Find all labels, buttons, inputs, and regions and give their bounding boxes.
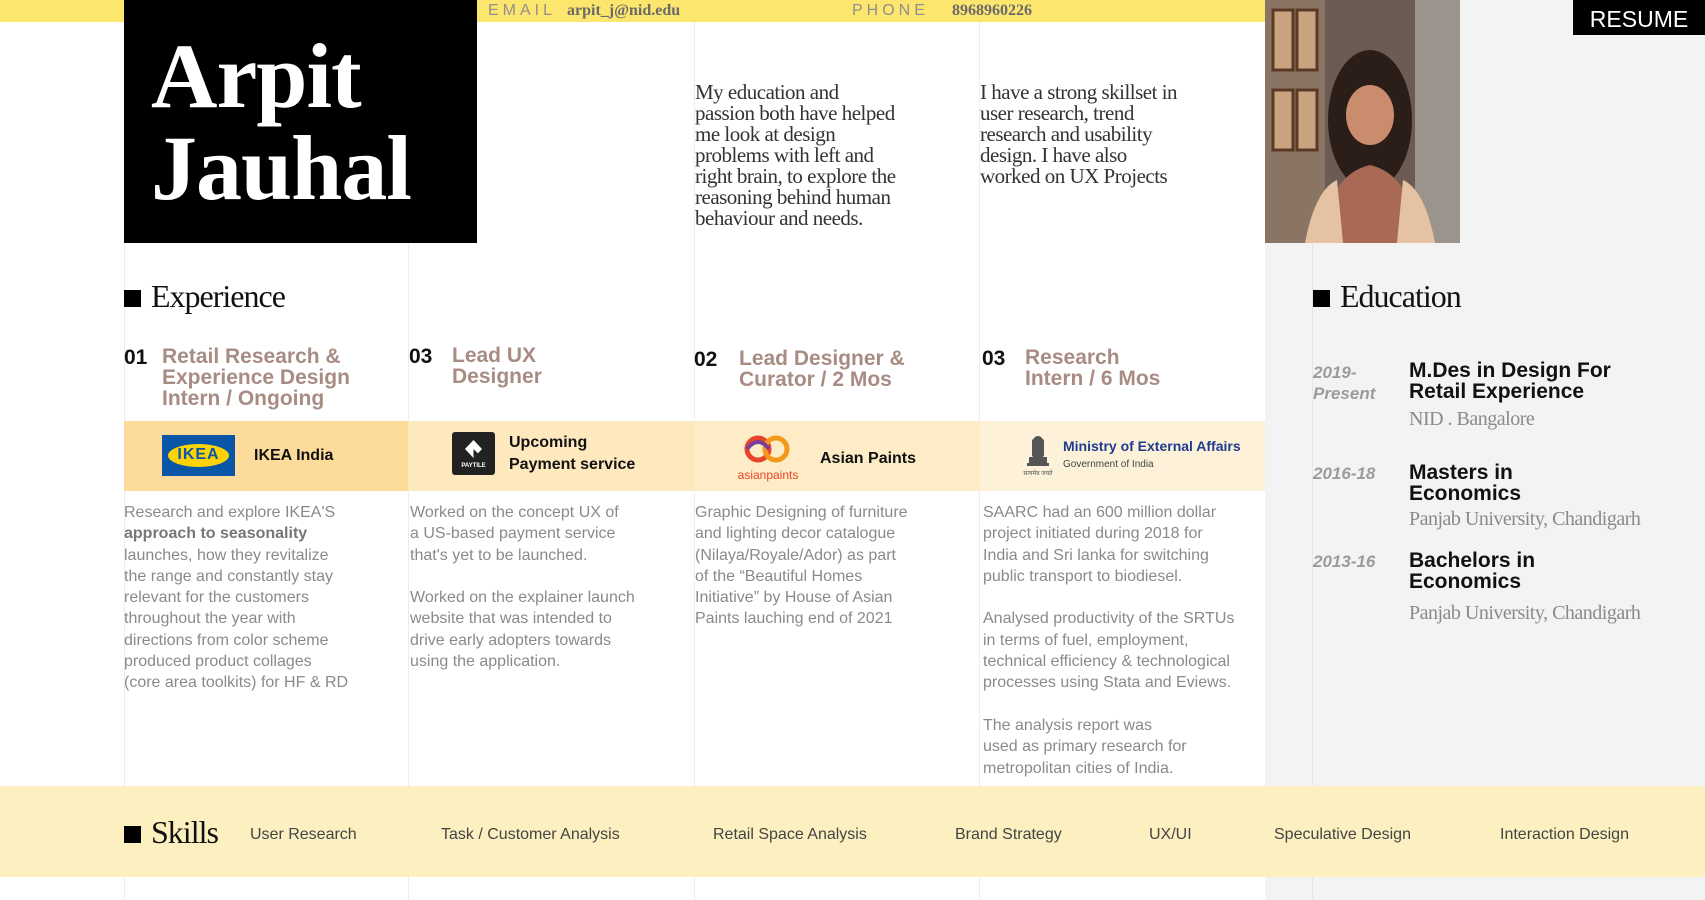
skill-tag: Task / Customer Analysis <box>441 826 620 843</box>
experience-title: Experience <box>151 278 286 314</box>
edu-2-degree: Masters in Economics <box>1409 461 1522 505</box>
job-title: Lead Designer & Curator / 2 Mos <box>739 347 905 391</box>
phone-label: PHONE <box>852 2 929 19</box>
last-name: Jauhal <box>151 117 412 219</box>
ikea-logo-icon: IKEA <box>162 435 235 476</box>
skill-tag: Brand Strategy <box>955 826 1062 843</box>
paytile-logo-icon: PAYTILE <box>452 432 495 475</box>
skills-bullet-icon <box>124 826 141 843</box>
job-2-description: Worked on the concept UX of a US-based p… <box>410 504 635 671</box>
intro-right: I have a strong skillset in user research… <box>980 80 1178 188</box>
skills-title: Skills <box>151 814 219 850</box>
company-name: IKEA India <box>254 447 334 464</box>
skill-tag: Retail Space Analysis <box>713 826 867 843</box>
edu-2-year: 2016-18 <box>1313 464 1376 483</box>
job-number: 01 <box>124 346 148 369</box>
company-card-paytile: PAYTILE Upcoming Payment service <box>408 421 694 491</box>
job-title: Research Intern / 6 Mos <box>1025 346 1161 390</box>
skill-tag: Speculative Design <box>1274 826 1411 843</box>
profile-photo <box>1265 0 1460 243</box>
job-3-description: Graphic Designing of furniture and light… <box>695 504 908 628</box>
job-number: 02 <box>694 348 718 371</box>
email-label: EMAIL <box>488 2 557 19</box>
job-title: Retail Research & Experience Design Intern… <box>162 345 350 410</box>
job-number: 03 <box>982 347 1006 370</box>
job-title: Lead UX Designer <box>452 344 542 388</box>
company-card-ikea: IKEA IKEA India <box>124 421 408 491</box>
company-name: Asian Paints <box>820 450 917 467</box>
job-1-description: Research and explore IKEA'S approach to … <box>124 504 349 692</box>
edu-3-year: 2013-16 <box>1313 552 1376 571</box>
edu-1-degree: M.Des in Design For Retail Experience <box>1409 359 1611 403</box>
phone-link[interactable]: 8968960226 <box>952 2 1032 20</box>
education-bullet-icon <box>1313 290 1330 307</box>
emblem-icon: सत्यमेव जयते <box>1023 435 1053 479</box>
company-card-mea: सत्यमेव जयते Ministry of External Affair… <box>980 421 1265 491</box>
education-title: Education <box>1340 278 1462 314</box>
edu-2-school: Panjab University, Chandigarh <box>1409 508 1641 530</box>
edu-1-school: NID . Bangalore <box>1409 408 1535 430</box>
skill-tag: UX/UI <box>1149 826 1192 843</box>
job-number: 03 <box>409 345 433 368</box>
skill-tag: User Research <box>250 826 357 843</box>
resume-button[interactable]: RESUME <box>1573 0 1705 35</box>
company-name: Ministry of External Affairs <box>1063 438 1241 454</box>
experience-bullet-icon <box>124 290 141 307</box>
intro-left: My education and passion both have helped… <box>695 80 896 230</box>
name-block: Arpit Jauhal <box>124 0 477 243</box>
edu-1-year: 2019- Present <box>1313 363 1376 403</box>
asianpaints-logo-icon: asianpaints <box>734 431 802 483</box>
company-card-asianpaints: asianpaints Asian Paints <box>694 421 980 491</box>
email-link[interactable]: arpit_j@nid.edu <box>567 2 680 20</box>
company-name: Upcoming Payment service <box>509 434 636 473</box>
edu-3-degree: Bachelors in Economics <box>1409 549 1536 593</box>
first-name: Arpit <box>151 25 362 127</box>
company-subtitle: Government of India <box>1063 459 1154 470</box>
edu-3-school: Panjab University, Chandigarh <box>1409 602 1641 624</box>
job-4-description: SAARC had an 600 million dollar project … <box>983 504 1235 777</box>
skill-tag: Interaction Design <box>1500 826 1629 843</box>
